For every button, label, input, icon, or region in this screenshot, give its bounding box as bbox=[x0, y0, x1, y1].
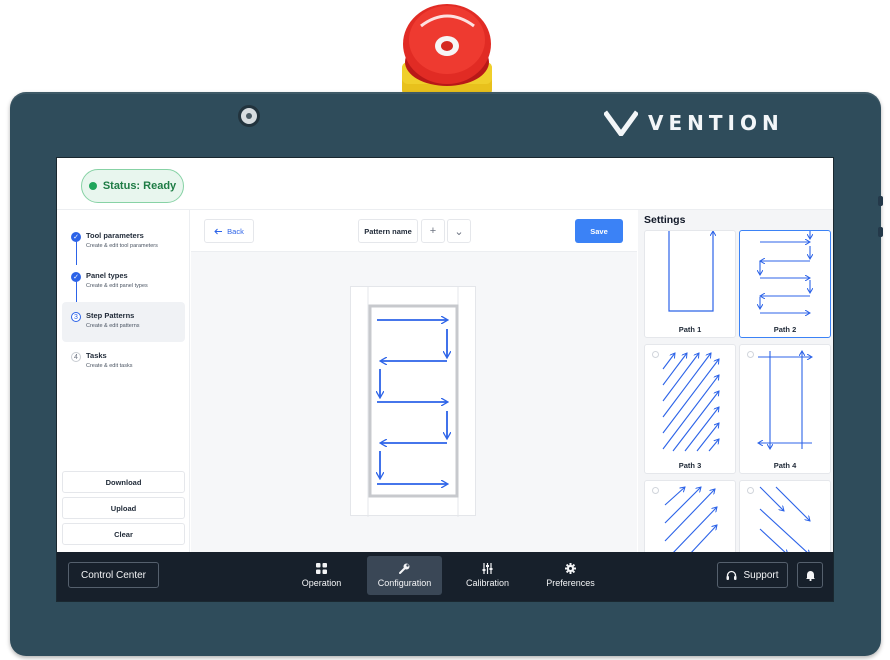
touchscreen: Status: Ready ✓ Tool parameters Create &… bbox=[56, 157, 834, 602]
tab-label: Operation bbox=[301, 578, 342, 588]
step-subtitle: Create & edit tasks bbox=[86, 363, 133, 369]
tab-preferences[interactable]: Preferences bbox=[533, 556, 608, 595]
step-step-patterns[interactable]: 3 Step Patterns Create & edit patterns bbox=[62, 302, 185, 342]
sliders-icon bbox=[482, 563, 493, 574]
path-4-thumbnail bbox=[740, 345, 832, 461]
pattern-editor: Back Pattern name + ⌄ Save bbox=[191, 210, 637, 552]
grid-icon bbox=[316, 563, 327, 574]
step-panel-types[interactable]: ✓ Panel types Create & edit panel types bbox=[62, 262, 185, 302]
bell-icon bbox=[805, 571, 815, 581]
step-pattern-drawing bbox=[367, 287, 459, 517]
side-button[interactable] bbox=[878, 196, 883, 206]
path-card-1[interactable]: Path 1 bbox=[644, 230, 736, 338]
steps-sidebar: ✓ Tool parameters Create & edit tool par… bbox=[57, 210, 190, 552]
step-number: 4 bbox=[71, 352, 81, 362]
path-1-thumbnail bbox=[668, 231, 737, 312]
path-6-thumbnail bbox=[759, 486, 832, 552]
step-subtitle: Create & edit panel types bbox=[86, 283, 148, 289]
step-subtitle: Create & edit patterns bbox=[86, 323, 140, 329]
path-3-thumbnail bbox=[662, 345, 737, 452]
support-label: Support bbox=[743, 569, 779, 581]
step-title: Tool parameters bbox=[86, 231, 144, 240]
step-tasks[interactable]: 4 Tasks Create & edit tasks bbox=[62, 342, 185, 382]
step-tool-parameters[interactable]: ✓ Tool parameters Create & edit tool par… bbox=[62, 222, 185, 262]
side-button[interactable] bbox=[878, 227, 883, 237]
step-number: 3 bbox=[71, 312, 81, 322]
top-bar: Status: Ready bbox=[57, 158, 833, 210]
path-card-6[interactable] bbox=[739, 480, 831, 552]
step-subtitle: Create & edit tool parameters bbox=[86, 243, 158, 249]
step-check-icon: ✓ bbox=[71, 232, 81, 242]
upload-button[interactable]: Upload bbox=[62, 497, 185, 519]
vention-logo-icon bbox=[604, 110, 638, 136]
settings-title: Settings bbox=[644, 214, 686, 226]
status-dot-icon bbox=[88, 182, 97, 190]
support-button[interactable]: Support bbox=[717, 562, 788, 588]
tab-configuration[interactable]: Configuration bbox=[367, 556, 442, 595]
headset-icon bbox=[726, 570, 737, 580]
clear-button[interactable]: Clear bbox=[62, 523, 185, 545]
path-label: Path 1 bbox=[678, 325, 702, 334]
pattern-name-field[interactable]: Pattern name bbox=[358, 219, 418, 243]
tab-label: Configuration bbox=[377, 578, 432, 588]
path-card-3[interactable]: Path 3 bbox=[644, 344, 736, 474]
editor-toolbar: Back Pattern name + ⌄ Save bbox=[191, 210, 637, 252]
path-card-2[interactable]: Path 2 bbox=[739, 230, 831, 338]
tab-operation[interactable]: Operation bbox=[284, 556, 359, 595]
path-card-4[interactable]: Path 4 bbox=[739, 344, 831, 474]
wrench-icon bbox=[399, 563, 410, 574]
emergency-stop-button[interactable] bbox=[386, 0, 508, 100]
chevron-down-icon[interactable]: ⌄ bbox=[447, 219, 471, 243]
download-button[interactable]: Download bbox=[62, 471, 185, 493]
arrow-left-icon bbox=[214, 228, 223, 234]
notifications-button[interactable] bbox=[797, 562, 823, 588]
back-label: Back bbox=[227, 226, 244, 236]
step-check-icon: ✓ bbox=[71, 272, 81, 282]
bottom-nav: Control Center Operation Configuration C… bbox=[57, 552, 833, 601]
brand-logo: VENTION bbox=[604, 110, 784, 136]
step-title: Panel types bbox=[86, 271, 128, 280]
step-title: Step Patterns bbox=[86, 311, 135, 320]
brand-name: VENTION bbox=[648, 111, 784, 135]
panel-preview bbox=[350, 286, 476, 517]
control-center-button[interactable]: Control Center bbox=[68, 562, 159, 588]
camera-icon bbox=[238, 105, 260, 127]
tab-label: Calibration bbox=[465, 578, 510, 588]
step-title: Tasks bbox=[86, 351, 107, 360]
path-2-thumbnail bbox=[740, 231, 832, 327]
add-icon[interactable]: + bbox=[421, 219, 445, 243]
status-badge: Status: Ready bbox=[81, 169, 184, 203]
tab-calibration[interactable]: Calibration bbox=[450, 556, 525, 595]
settings-panel: Settings Path 1 Path 2 Path 3 Path 4 bbox=[638, 210, 833, 552]
back-button[interactable]: Back bbox=[204, 219, 254, 243]
path-card-5[interactable] bbox=[644, 480, 736, 552]
save-button[interactable]: Save bbox=[575, 219, 623, 243]
gear-icon bbox=[565, 563, 576, 574]
path-5-thumbnail bbox=[664, 481, 737, 552]
path-label: Path 4 bbox=[773, 461, 797, 470]
status-label: Status: Ready bbox=[102, 180, 177, 192]
path-label: Path 3 bbox=[678, 461, 702, 470]
tab-label: Preferences bbox=[546, 578, 595, 588]
path-label: Path 2 bbox=[773, 325, 797, 334]
